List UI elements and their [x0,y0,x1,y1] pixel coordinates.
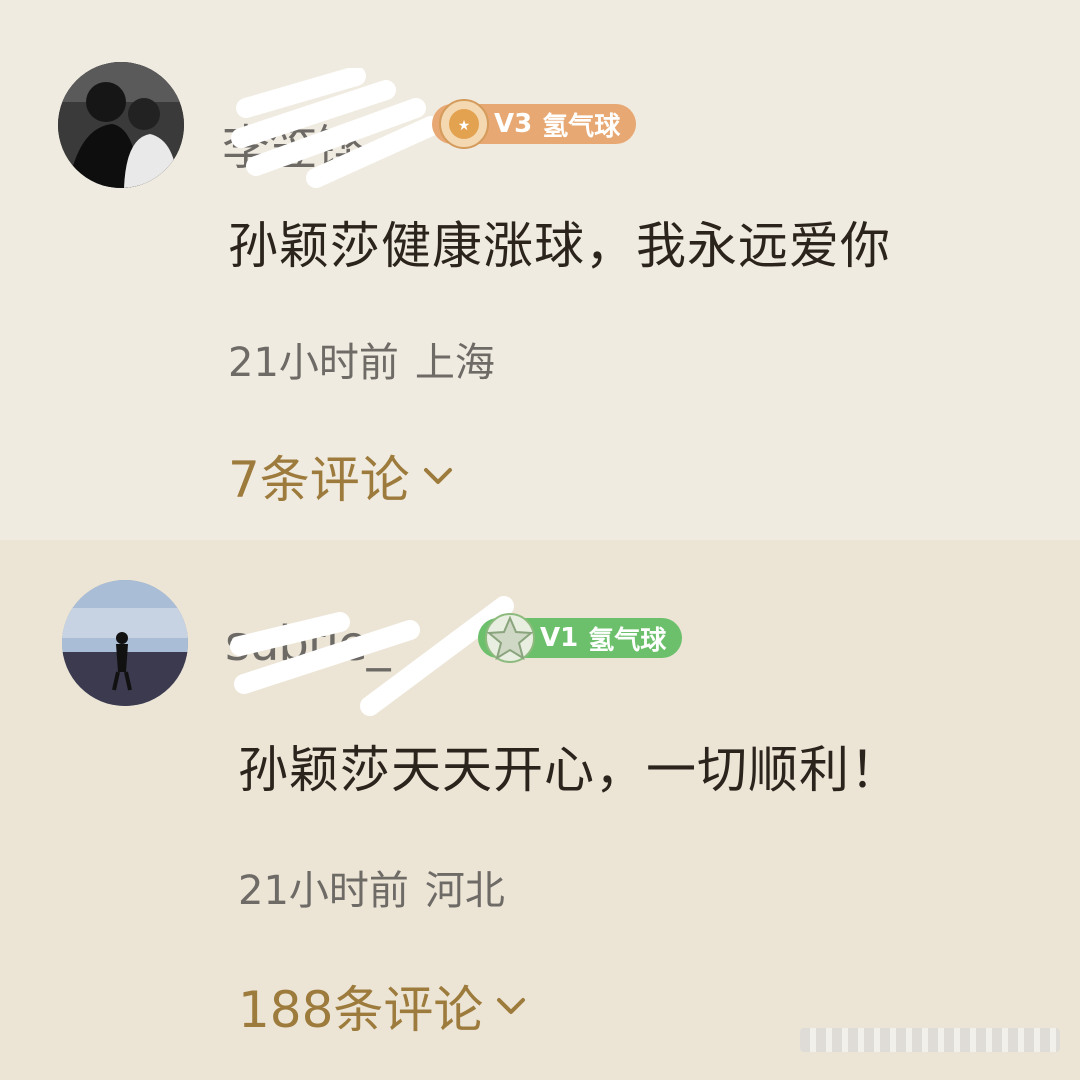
comment-text: 孙颖莎天天开心，一切顺利！ [238,741,901,799]
username[interactable]: 李笠铿 [222,108,364,178]
svg-text:★: ★ [458,118,471,134]
medal-icon: ★ [439,99,489,149]
timestamp: 21小时前 [238,868,409,914]
badge-level: V3 [494,109,533,139]
comment-card: 李笠铿 ★ V3 氢气球 孙颖莎健康涨球，我永远爱你 21小时前 上海 7条评论 [0,0,1080,540]
watermark [800,1028,1060,1052]
avatar[interactable] [62,580,188,706]
view-replies-button[interactable]: 7条评论 [228,440,456,512]
comment-meta: 21小时前 上海 [228,330,495,388]
chevron-down-icon [497,998,526,1014]
comment-meta: 21小时前 河北 [238,858,505,916]
username[interactable]: subtle_ [225,616,391,672]
badge-level: V1 [540,623,579,653]
level-badge: ★ V3 氢气球 [432,99,637,149]
timestamp: 21小时前 [228,340,399,386]
avatar[interactable] [58,62,184,188]
badge-label: 氢气球 [542,111,621,142]
level-badge: V1 氢气球 [478,613,683,663]
comment-card: subtle_ V1 氢气球 孙颖莎天天开心，一切顺利！ 21小时前 河北 188… [0,540,1080,1080]
replies-label: 188条评论 [238,981,484,1039]
badge-label: 氢气球 [588,625,667,656]
view-replies-button[interactable]: 188条评论 [238,970,529,1042]
star-medal-icon [485,613,535,663]
location: 河北 [424,868,505,914]
replies-label: 7条评论 [228,451,410,509]
chevron-down-icon [423,468,452,484]
location: 上海 [414,340,495,386]
comment-text: 孙颖莎健康涨球，我永远爱你 [228,217,891,275]
